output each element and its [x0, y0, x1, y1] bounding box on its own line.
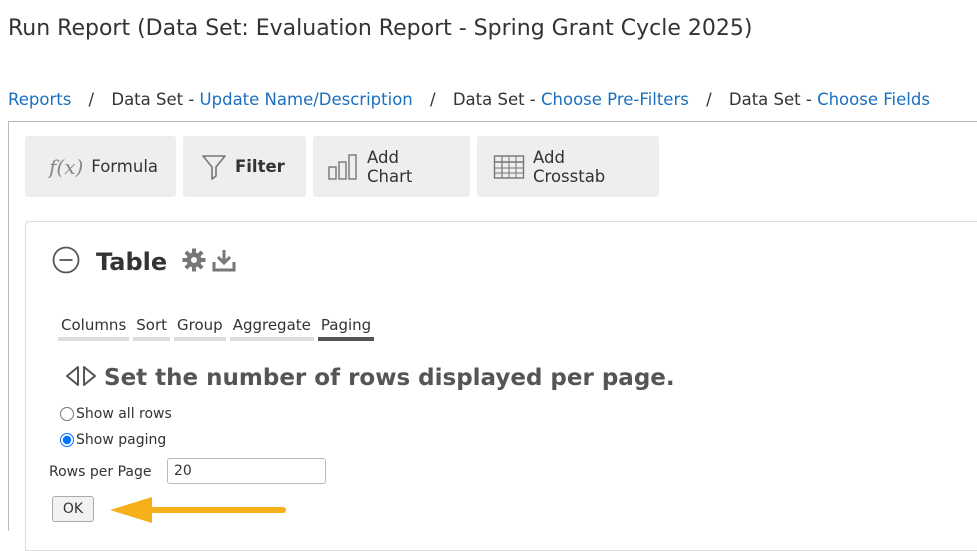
bar-chart-icon [327, 153, 359, 181]
show-paging-option[interactable]: Show paging [60, 432, 166, 448]
formula-button[interactable]: f(x) Formula [25, 136, 176, 197]
table-header-icons [181, 247, 237, 277]
rows-per-page-input[interactable] [167, 458, 326, 484]
tab-columns[interactable]: Columns [58, 316, 130, 341]
paging-section-title: Set the number of rows displayed per pag… [104, 365, 675, 391]
breadcrumb: Reports / Data Set - Update Name/Descrip… [8, 90, 930, 109]
breadcrumb-separator: / [430, 90, 436, 109]
breadcrumb-choose-fields-link[interactable]: Choose Fields [817, 90, 930, 109]
show-all-rows-option[interactable]: Show all rows [60, 406, 172, 422]
formula-button-label: Formula [91, 157, 159, 176]
breadcrumb-update-name-link[interactable]: Update Name/Description [200, 90, 413, 109]
gear-icon[interactable] [181, 247, 207, 277]
breadcrumb-reports-link[interactable]: Reports [8, 90, 71, 109]
filter-button-label: Filter [235, 157, 285, 176]
breadcrumb-prefix: Data Set - [452, 90, 542, 109]
pointer-arrow-icon [108, 496, 288, 528]
tab-aggregate[interactable]: Aggregate [229, 316, 314, 341]
breadcrumb-prefix: Data Set - [728, 90, 818, 109]
ok-button[interactable]: OK [52, 496, 94, 522]
table-title: Table [96, 248, 168, 276]
toolbar: f(x) Formula Filter Add Chart Add Crosst… [25, 136, 659, 197]
tab-sort[interactable]: Sort [133, 316, 171, 341]
paging-section-header: Set the number of rows displayed per pag… [64, 364, 675, 392]
show-all-rows-label: Show all rows [76, 406, 172, 422]
crosstab-icon [493, 154, 525, 180]
filter-button[interactable]: Filter [183, 136, 306, 197]
breadcrumb-separator: / [706, 90, 712, 109]
collapse-minus-icon[interactable] [52, 246, 80, 278]
show-paging-label: Show paging [76, 432, 167, 448]
tab-group[interactable]: Group [174, 316, 226, 341]
add-crosstab-label: Add Crosstab [533, 147, 606, 186]
download-icon[interactable] [211, 247, 237, 277]
tab-paging[interactable]: Paging [317, 316, 375, 341]
breadcrumb-prefix: Data Set - [111, 90, 200, 109]
table-tabs: Columns Sort Group Aggregate Paging [58, 316, 375, 341]
formula-icon: f(x) [49, 154, 84, 179]
show-all-rows-radio[interactable] [60, 407, 74, 421]
paging-arrows-icon [64, 364, 98, 392]
table-header: Table [52, 246, 237, 278]
add-chart-button[interactable]: Add Chart [313, 136, 470, 197]
breadcrumb-separator: / [88, 90, 95, 109]
add-crosstab-button[interactable]: Add Crosstab [477, 136, 659, 197]
filter-icon [201, 153, 227, 181]
add-chart-label: Add Chart [367, 147, 413, 186]
show-paging-radio[interactable] [60, 433, 74, 447]
report-content: f(x) Formula Filter Add Chart Add Crosst… [8, 121, 977, 551]
page-title: Run Report (Data Set: Evaluation Report … [8, 16, 753, 41]
rows-per-page-label: Rows per Page [49, 464, 152, 480]
breadcrumb-pre-filters-link[interactable]: Choose Pre-Filters [541, 90, 689, 109]
